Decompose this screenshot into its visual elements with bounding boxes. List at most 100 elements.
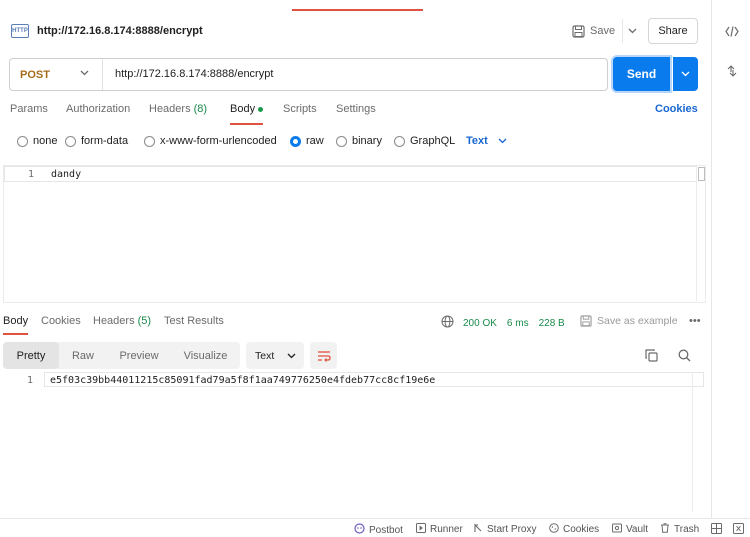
response-status: 200 OK 6 ms 228 B: [441, 315, 565, 331]
help-icon[interactable]: [733, 523, 744, 534]
save-options-chevron-icon[interactable]: [622, 19, 642, 43]
active-line-highlight: [4, 166, 697, 182]
response-tab-test-results[interactable]: Test Results: [164, 315, 224, 337]
vault-label: Vault: [626, 524, 649, 535]
response-size[interactable]: 228 B: [539, 318, 565, 329]
line-number: 1: [27, 375, 34, 386]
save-button[interactable]: Save: [572, 19, 615, 43]
view-preview[interactable]: Preview: [107, 342, 171, 369]
save-as-example-button[interactable]: Save as example: [580, 315, 678, 327]
save-icon: [580, 315, 592, 327]
tab-scripts[interactable]: Scripts: [283, 103, 317, 125]
right-sidebar: [711, 0, 750, 518]
tab-body-label: Body: [230, 103, 256, 115]
body-indicator-dot: [258, 106, 264, 112]
tab-params[interactable]: Params: [10, 103, 48, 125]
http-icon-label: HTTP: [12, 28, 28, 34]
radio-form-data[interactable]: form-data: [65, 135, 128, 147]
postman-window: HTTP http://172.16.8.174:8888/encrypt Sa…: [0, 0, 750, 537]
tab-headers[interactable]: Headers (8): [149, 103, 207, 125]
layout-grid-icon[interactable]: [711, 523, 722, 534]
code-snippet-icon[interactable]: [722, 21, 742, 41]
request-title[interactable]: http://172.16.8.174:8888/encrypt: [37, 25, 203, 37]
url-input[interactable]: http://172.16.8.174:8888/encrypt: [115, 68, 273, 80]
radio-binary[interactable]: binary: [336, 135, 382, 147]
runner-button[interactable]: Runner: [416, 523, 463, 536]
more-options-icon[interactable]: •••: [689, 315, 701, 327]
send-options-chevron-icon[interactable]: [673, 57, 698, 91]
view-raw[interactable]: Raw: [59, 342, 107, 369]
tab-settings[interactable]: Settings: [336, 103, 376, 125]
wrap-lines-icon[interactable]: [310, 342, 337, 369]
response-body-editor[interactable]: 1 e5f03c39bb44011215c85091fad79a5f8f1aa7…: [0, 372, 711, 518]
vault-button[interactable]: Vault: [612, 523, 648, 536]
cookies-link[interactable]: Cookies: [655, 103, 698, 115]
postbot-label: Postbot: [369, 524, 403, 536]
globe-icon[interactable]: [441, 315, 454, 331]
response-body-text[interactable]: e5f03c39bb44011215c85091fad79a5f8f1aa749…: [50, 375, 435, 386]
search-icon[interactable]: [675, 346, 693, 364]
status-bar: Postbot Runner Start Proxy Cookies Vault…: [0, 518, 750, 537]
radio-circle: [144, 135, 155, 147]
trash-button[interactable]: Trash: [660, 523, 699, 536]
view-pretty[interactable]: Pretty: [3, 342, 59, 369]
scrollbar-thumb[interactable]: [698, 167, 705, 181]
radio-circle: [394, 135, 405, 147]
proxy-icon: [473, 523, 483, 536]
response-scrollbar[interactable]: [692, 372, 693, 512]
copy-icon[interactable]: [642, 346, 660, 364]
save-as-example-label: Save as example: [597, 315, 678, 327]
body-type-options: none form-data x-www-form-urlencoded raw…: [0, 135, 711, 149]
response-tab-headers-count: (5): [137, 315, 152, 327]
radio-circle: [336, 135, 347, 147]
share-button[interactable]: Share: [648, 18, 698, 44]
view-visualize[interactable]: Visualize: [171, 342, 240, 369]
request-body-editor[interactable]: 1 dandy: [3, 165, 706, 303]
tab-body[interactable]: Body: [230, 103, 264, 125]
response-tab-headers-label: Headers: [93, 315, 135, 327]
request-body-text[interactable]: dandy: [51, 169, 81, 180]
postbot-icon: [354, 523, 365, 537]
radio-circle-selected: [290, 135, 301, 147]
status-code[interactable]: 200 OK: [463, 318, 497, 329]
radio-graphql-label: GraphQL: [410, 135, 456, 147]
trash-icon: [660, 523, 670, 536]
response-time[interactable]: 6 ms: [507, 318, 529, 329]
save-label: Save: [590, 25, 616, 37]
chevron-down-icon: [287, 350, 296, 362]
url-bar: POST http://172.16.8.174:8888/encrypt: [9, 58, 608, 91]
tab-headers-count: (8): [193, 103, 208, 115]
save-icon: [572, 24, 585, 38]
response-format-select[interactable]: Text: [246, 342, 304, 369]
radio-x-www-form-urlencoded[interactable]: x-www-form-urlencoded: [144, 135, 277, 147]
radio-urlencoded-label: x-www-form-urlencoded: [160, 135, 277, 147]
response-tab-cookies[interactable]: Cookies: [41, 315, 81, 337]
radio-raw[interactable]: raw: [290, 135, 324, 147]
runner-label: Runner: [430, 524, 463, 535]
related-collections-icon[interactable]: [722, 61, 742, 81]
editor-scrollbar[interactable]: [696, 167, 705, 301]
response-format-label: Text: [255, 349, 275, 362]
radio-graphql[interactable]: GraphQL: [394, 135, 455, 147]
start-proxy-button[interactable]: Start Proxy: [473, 523, 536, 536]
request-header: HTTP http://172.16.8.174:8888/encrypt Sa…: [0, 17, 711, 45]
status-cookies-button[interactable]: Cookies: [549, 523, 599, 536]
send-button[interactable]: Send: [613, 57, 670, 91]
radio-none[interactable]: none: [17, 135, 57, 147]
runner-icon: [416, 523, 426, 536]
body-format-select[interactable]: Text: [466, 135, 507, 147]
request-panel: HTTP http://172.16.8.174:8888/encrypt Sa…: [0, 0, 711, 518]
radio-circle: [17, 135, 28, 147]
response-tab-headers[interactable]: Headers (5): [93, 315, 151, 337]
method-select[interactable]: POST: [10, 59, 103, 90]
radio-none-label: none: [33, 135, 58, 147]
response-tab-body[interactable]: Body: [3, 315, 29, 335]
vault-icon: [612, 523, 622, 536]
tab-authorization[interactable]: Authorization: [66, 103, 130, 125]
body-format-label: Text: [466, 135, 488, 147]
trash-label: Trash: [674, 524, 700, 535]
postbot-button[interactable]: Postbot: [354, 523, 403, 537]
tab-headers-label: Headers: [149, 103, 191, 115]
response-view-modes: Pretty Raw Preview Visualize: [3, 342, 240, 369]
line-number: 1: [28, 169, 35, 180]
